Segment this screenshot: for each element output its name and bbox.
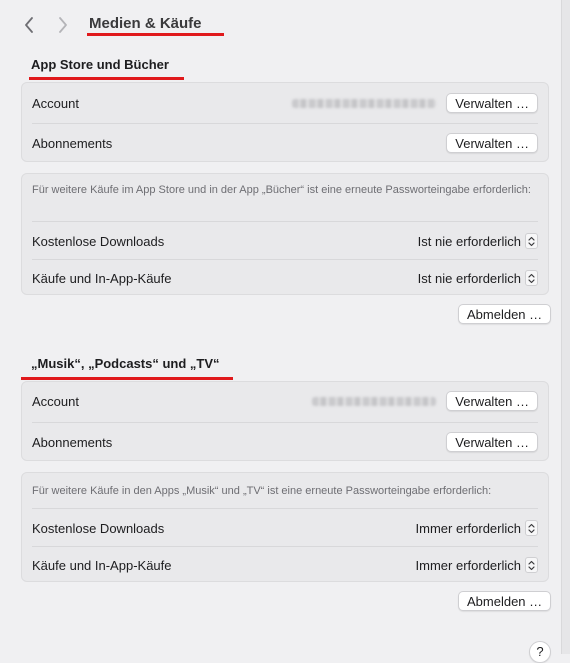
free-downloads-value: Immer erforderlich <box>415 520 521 536</box>
divider <box>32 259 538 260</box>
account-label: Account <box>32 95 79 111</box>
section-title-app-store: App Store und Bücher <box>31 57 169 72</box>
subscriptions-label: Abonnements <box>32 135 113 151</box>
manage-account-button[interactable]: Verwalten … <box>446 93 538 113</box>
account-controls: Verwalten … <box>312 391 538 411</box>
purchases-row: Käufe und In-App-Käufe Immer erforderlic… <box>32 554 538 576</box>
purchases-value: Ist nie erforderlich <box>417 270 521 286</box>
manage-subscriptions-button[interactable]: Verwalten … <box>446 133 538 153</box>
divider <box>32 221 538 222</box>
free-downloads-label: Kostenlose Downloads <box>32 233 165 249</box>
password-note: Für weitere Käufe im App Store und in de… <box>32 184 531 196</box>
free-downloads-row: Kostenlose Downloads Ist nie erforderlic… <box>32 230 538 252</box>
toolbar: Medien & Käufe <box>0 0 562 50</box>
title-annotation-underline <box>87 33 224 36</box>
window-edge <box>561 0 570 654</box>
section-annotation-underline <box>29 77 184 80</box>
sign-out-app-store-button[interactable]: Abmelden … <box>458 304 552 324</box>
back-button[interactable] <box>18 12 40 38</box>
password-note: Für weitere Käufe in den Apps „Musik“ un… <box>32 485 492 497</box>
free-downloads-popup[interactable]: Immer erforderlich <box>416 520 538 536</box>
app-store-password-group: Für weitere Käufe im App Store und in de… <box>21 173 549 295</box>
free-downloads-row: Kostenlose Downloads Immer erforderlich <box>32 517 538 539</box>
manage-subscriptions-button[interactable]: Verwalten … <box>446 432 538 452</box>
redacted-email <box>292 98 437 108</box>
app-store-account-group: Account Verwalten … Abonnements Verwalte… <box>21 82 549 162</box>
page-title: Medien & Käufe <box>89 15 202 32</box>
sign-out-media-button[interactable]: Abmelden … <box>458 591 552 611</box>
chevron-left-icon <box>25 17 33 33</box>
free-downloads-label: Kostenlose Downloads <box>32 520 165 536</box>
purchases-popup[interactable]: Immer erforderlich <box>416 557 538 573</box>
purchases-popup[interactable]: Ist nie erforderlich <box>418 270 538 286</box>
free-downloads-popup[interactable]: Ist nie erforderlich <box>418 233 538 249</box>
forward-button[interactable] <box>52 12 74 38</box>
chevron-right-icon <box>59 17 67 33</box>
divider <box>32 546 538 547</box>
section-annotation-underline <box>21 377 233 380</box>
media-password-group: Für weitere Käufe in den Apps „Musik“ un… <box>21 472 549 582</box>
section-title-media: „Musik“, „Podcasts“ und „TV“ <box>31 356 220 371</box>
divider <box>32 508 538 509</box>
help-button[interactable]: ? <box>529 641 551 663</box>
up-down-chevron-icon <box>525 520 538 536</box>
manage-account-button[interactable]: Verwalten … <box>446 391 538 411</box>
subscriptions-row: Abonnements Verwalten … <box>32 431 538 453</box>
subscriptions-row: Abonnements Verwalten … <box>32 132 538 154</box>
account-row: Account Verwalten … <box>32 92 538 114</box>
subscriptions-label: Abonnements <box>32 434 113 450</box>
purchases-value: Immer erforderlich <box>415 557 521 573</box>
up-down-chevron-icon <box>525 233 538 249</box>
up-down-chevron-icon <box>525 557 538 573</box>
divider <box>32 123 538 124</box>
purchases-row: Käufe und In-App-Käufe Ist nie erforderl… <box>32 267 538 289</box>
account-row: Account Verwalten … <box>32 390 538 412</box>
up-down-chevron-icon <box>525 270 538 286</box>
media-account-group: Account Verwalten … Abonnements Verwalte… <box>21 381 549 461</box>
free-downloads-value: Ist nie erforderlich <box>417 233 521 249</box>
purchases-label: Käufe und In-App-Käufe <box>32 270 172 286</box>
divider <box>32 422 538 423</box>
account-label: Account <box>32 393 79 409</box>
purchases-label: Käufe und In-App-Käufe <box>32 557 172 573</box>
account-controls: Verwalten … <box>292 93 538 113</box>
redacted-email <box>312 396 437 406</box>
